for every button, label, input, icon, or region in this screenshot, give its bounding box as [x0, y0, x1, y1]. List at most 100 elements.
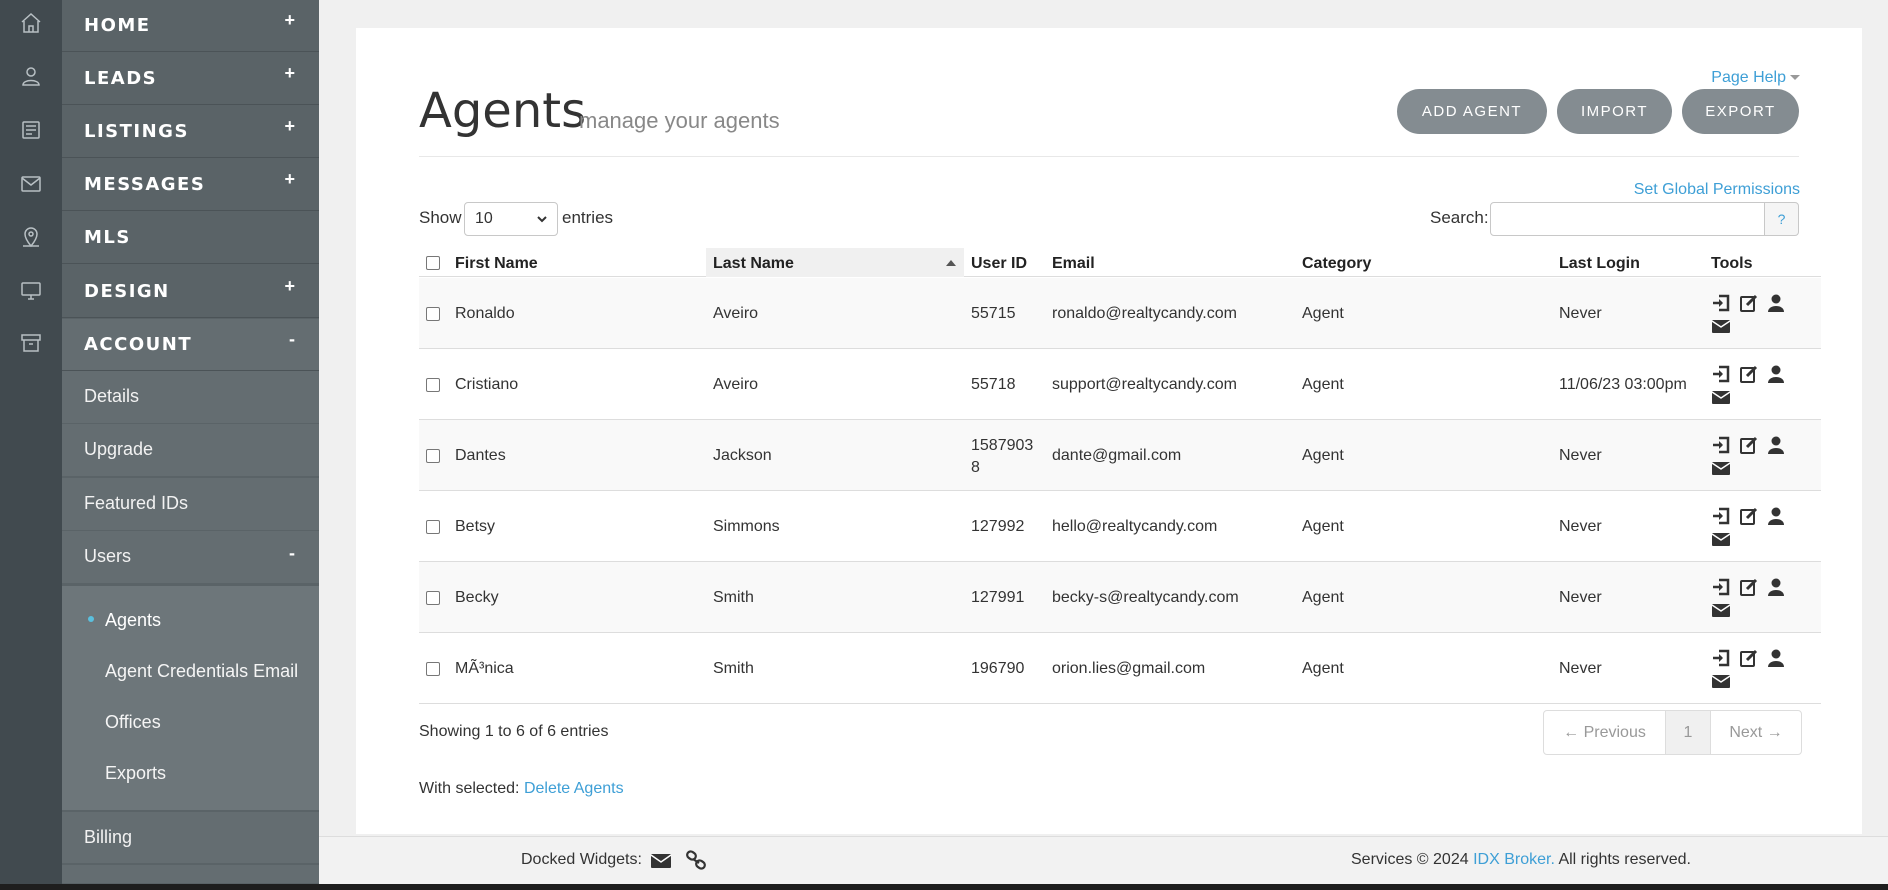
envelope-icon[interactable] — [1711, 600, 1731, 620]
search-input[interactable] — [1490, 202, 1765, 236]
page-help-dropdown[interactable]: Page Help — [1711, 69, 1800, 87]
row-checkbox[interactable] — [426, 591, 440, 605]
column-last-login[interactable]: Last Login — [1559, 248, 1707, 277]
nav-billing[interactable]: Billing — [62, 812, 319, 864]
link-icon[interactable] — [685, 849, 707, 871]
cell-last-name: Aveiro — [713, 376, 759, 393]
sign-in-icon[interactable] — [1711, 293, 1731, 313]
nav-label: DESIGN — [84, 281, 170, 302]
cell-first-name: Cristiano — [455, 376, 519, 393]
nav-label: HOME — [84, 15, 151, 36]
nav-messages[interactable]: MESSAGES + — [62, 159, 319, 211]
user-icon[interactable] — [19, 64, 43, 88]
previous-page-button[interactable]: ← Previous — [1544, 711, 1666, 754]
page-size-select[interactable]: 10 — [464, 202, 558, 236]
cell-user-id: 15879038 — [971, 437, 1034, 476]
nav-users-exports[interactable]: Exports — [62, 749, 319, 800]
cell-category: Agent — [1302, 376, 1344, 393]
nav-listings[interactable]: LISTINGS + — [62, 106, 319, 158]
nav-account-users[interactable]: Users - — [62, 531, 319, 584]
edit-icon[interactable] — [1739, 435, 1759, 455]
import-button[interactable]: IMPORT — [1557, 89, 1672, 134]
nav-users-agent-credentials-email[interactable]: Agent Credentials Email — [62, 647, 319, 698]
row-checkbox[interactable] — [426, 520, 440, 534]
cell-last-login: Never — [1559, 518, 1602, 535]
edit-icon[interactable] — [1739, 577, 1759, 597]
sign-in-icon[interactable] — [1711, 435, 1731, 455]
export-button[interactable]: EXPORT — [1682, 89, 1799, 134]
nav-mls[interactable]: MLS — [62, 212, 319, 264]
user-profile-icon[interactable] — [1766, 648, 1786, 668]
envelope-icon[interactable] — [1711, 316, 1731, 336]
mail-icon[interactable] — [19, 172, 43, 196]
sign-in-icon[interactable] — [1711, 506, 1731, 526]
table-header: First Name Last Name User ID Email Categ… — [419, 248, 1821, 277]
envelope-icon[interactable] — [1711, 671, 1731, 691]
nav-sub-label: Offices — [105, 712, 161, 732]
newspaper-icon[interactable] — [19, 118, 43, 142]
edit-icon[interactable] — [1739, 293, 1759, 313]
nav-design[interactable]: DESIGN + — [62, 266, 319, 318]
row-checkbox[interactable] — [426, 449, 440, 463]
page-1-button[interactable]: 1 — [1666, 711, 1711, 754]
edit-icon[interactable] — [1739, 364, 1759, 384]
sort-ascending-icon — [946, 260, 956, 266]
nav-account-upgrade[interactable]: Upgrade — [62, 424, 319, 477]
cell-category: Agent — [1302, 589, 1344, 606]
nav-next-item[interactable] — [62, 865, 319, 884]
nav-account-featured-ids[interactable]: Featured IDs — [62, 478, 319, 531]
idx-broker-link[interactable]: IDX Broker. — [1473, 851, 1555, 868]
nav-account[interactable]: ACCOUNT - — [62, 319, 319, 371]
cell-last-name: Aveiro — [713, 305, 759, 322]
edit-icon[interactable] — [1739, 648, 1759, 668]
column-user-id[interactable]: User ID — [971, 248, 1051, 277]
set-global-permissions-link[interactable]: Set Global Permissions — [1634, 181, 1800, 199]
nav-home[interactable]: HOME + — [62, 0, 319, 52]
nav-label: MESSAGES — [84, 174, 206, 195]
search-help-button[interactable]: ? — [1764, 202, 1799, 236]
map-pin-icon[interactable] — [19, 225, 43, 249]
select-all-checkbox[interactable] — [426, 256, 440, 270]
sign-in-icon[interactable] — [1711, 577, 1731, 597]
cell-user-id: 196790 — [971, 660, 1025, 677]
envelope-icon[interactable] — [1711, 458, 1731, 478]
user-profile-icon[interactable] — [1766, 364, 1786, 384]
archive-icon[interactable] — [19, 331, 43, 355]
showing-entries: Showing 1 to 6 of 6 entries — [419, 723, 609, 740]
page-help-label: Page Help — [1711, 69, 1786, 86]
column-last-name[interactable]: Last Name — [706, 248, 964, 277]
cell-category: Agent — [1302, 447, 1344, 464]
nav-users-offices[interactable]: Offices — [62, 698, 319, 749]
monitor-icon[interactable] — [19, 279, 43, 303]
user-profile-icon[interactable] — [1766, 435, 1786, 455]
add-agent-button[interactable]: ADD AGENT — [1397, 89, 1547, 134]
sign-in-icon[interactable] — [1711, 648, 1731, 668]
column-first-name[interactable]: First Name — [455, 248, 713, 277]
nav-label: LEADS — [84, 68, 158, 89]
user-profile-icon[interactable] — [1766, 506, 1786, 526]
envelope-icon[interactable] — [1711, 529, 1731, 549]
user-profile-icon[interactable] — [1766, 293, 1786, 313]
envelope-icon[interactable] — [1711, 387, 1731, 407]
row-checkbox[interactable] — [426, 378, 440, 392]
home-icon[interactable] — [19, 11, 43, 35]
envelope-icon[interactable] — [650, 849, 672, 871]
nav-users-agents[interactable]: Agents — [62, 596, 319, 647]
sign-in-icon[interactable] — [1711, 364, 1731, 384]
column-category[interactable]: Category — [1302, 248, 1557, 277]
nav-leads[interactable]: LEADS + — [62, 53, 319, 105]
expand-icon: + — [284, 116, 295, 136]
show-label: Show — [419, 208, 462, 227]
next-page-button[interactable]: Next → — [1711, 711, 1801, 754]
copyright-suffix: All rights reserved. — [1558, 851, 1691, 868]
column-email[interactable]: Email — [1052, 248, 1302, 277]
user-profile-icon[interactable] — [1766, 577, 1786, 597]
delete-agents-link[interactable]: Delete Agents — [524, 780, 624, 797]
cell-email: becky-s@realtycandy.com — [1052, 589, 1239, 606]
cell-last-login: Never — [1559, 660, 1602, 677]
row-checkbox[interactable] — [426, 307, 440, 321]
row-checkbox[interactable] — [426, 662, 440, 676]
edit-icon[interactable] — [1739, 506, 1759, 526]
cell-last-login: Never — [1559, 447, 1602, 464]
nav-account-details[interactable]: Details — [62, 371, 319, 424]
